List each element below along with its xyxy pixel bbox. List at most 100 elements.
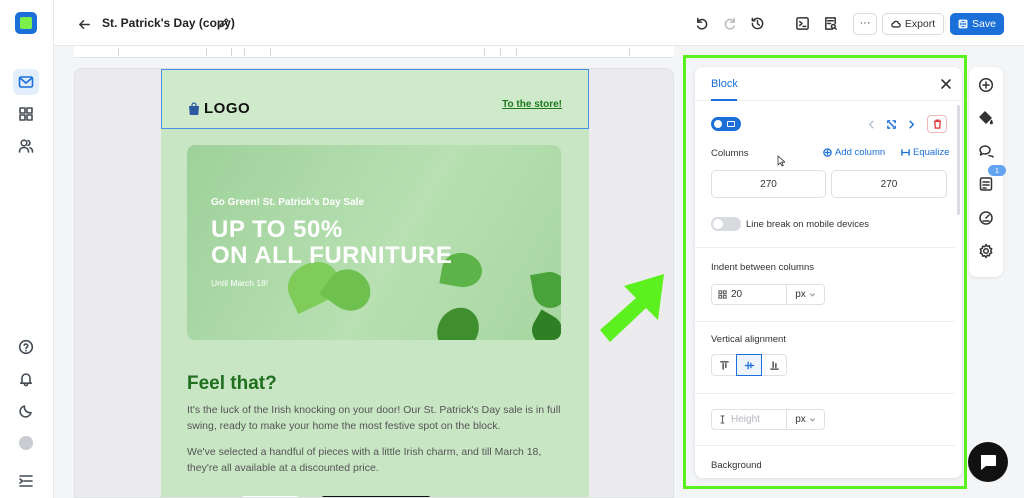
app-logo[interactable]	[15, 12, 37, 34]
gear-icon[interactable]	[978, 243, 994, 259]
hero-headline-line1: UP TO 50%	[211, 216, 343, 243]
height-unit-label: px	[795, 414, 806, 425]
editor-canvas: LOGO To the store! Go Green! St. Patrick…	[74, 68, 674, 498]
column-width-1-input[interactable]: 270	[711, 170, 826, 198]
hero-until: Until March 18!	[211, 278, 269, 288]
height-input[interactable]: Height	[711, 409, 787, 430]
notification-badge: 1	[988, 165, 1006, 176]
logo-text: LOGO	[204, 100, 251, 117]
hero-headline: UP TO 50% ON ALL FURNITURE	[211, 217, 452, 269]
email-paragraph-1[interactable]: It's the luck of the Irish knocking on y…	[187, 402, 563, 434]
equalize-button[interactable]: Equalize	[901, 147, 949, 158]
delete-block-button[interactable]	[927, 115, 947, 133]
divider	[695, 247, 955, 248]
chat-support-button[interactable]	[968, 442, 1008, 482]
line-break-toggle[interactable]	[711, 217, 741, 231]
equalize-icon	[901, 149, 910, 156]
comments-icon[interactable]	[978, 143, 994, 159]
clover-image-6	[526, 309, 561, 340]
chat-bubble-icon	[980, 455, 996, 470]
desktop-icon	[727, 121, 735, 127]
more-button[interactable]: ···	[853, 13, 877, 35]
indent-input[interactable]: 20	[711, 284, 787, 305]
height-unit-select[interactable]: px	[787, 409, 825, 430]
column-ruler	[74, 46, 674, 58]
column-width-2-input[interactable]: 270	[831, 170, 947, 198]
align-middle-button[interactable]	[736, 354, 762, 376]
pencil-icon[interactable]	[214, 13, 234, 33]
redo-icon[interactable]	[720, 13, 740, 33]
height-placeholder: Height	[731, 414, 760, 425]
right-rail: 1	[969, 67, 1006, 277]
align-bottom-button[interactable]	[761, 354, 787, 376]
collapse-icon[interactable]	[13, 468, 39, 494]
save-label: Save	[972, 18, 996, 30]
clover-image-5	[530, 269, 561, 311]
add-column-label: Add column	[835, 147, 886, 158]
mail-icon[interactable]	[13, 69, 39, 95]
equalize-label: Equalize	[913, 147, 950, 158]
plus-circle-icon	[823, 148, 832, 157]
email-preview: LOGO To the store! Go Green! St. Patrick…	[161, 69, 589, 497]
select-parent-icon[interactable]	[883, 116, 899, 132]
top-bar: St. Patrick's Day (copy) ··· Export Save	[54, 0, 1024, 46]
paint-bucket-icon[interactable]	[978, 110, 994, 126]
users-icon[interactable]	[13, 133, 39, 159]
tab-underline	[711, 99, 737, 101]
chevron-down-icon	[809, 418, 815, 422]
height-icon	[720, 415, 725, 424]
grid-icon[interactable]	[13, 101, 39, 127]
avatar-icon[interactable]	[13, 430, 39, 456]
save-icon	[958, 19, 968, 29]
chevron-left-icon[interactable]	[863, 116, 879, 132]
export-button[interactable]: Export	[882, 13, 944, 35]
close-icon[interactable]	[939, 77, 953, 91]
mouse-cursor-icon	[777, 155, 785, 167]
code-icon[interactable]	[792, 13, 812, 33]
back-arrow-icon[interactable]	[74, 14, 94, 34]
divider	[695, 393, 955, 394]
cloud-icon	[891, 20, 901, 28]
desktop-mobile-toggle[interactable]	[711, 117, 741, 131]
undo-icon[interactable]	[691, 13, 711, 33]
panel-scrollbar[interactable]	[957, 105, 960, 215]
background-label: Background	[711, 460, 762, 471]
moon-icon[interactable]	[13, 398, 39, 424]
email-paragraph-2[interactable]: We've selected a handful of pieces with …	[187, 444, 563, 476]
shopping-bag-icon	[189, 102, 199, 115]
email-logo[interactable]: LOGO	[188, 100, 250, 117]
indent-label: Indent between columns	[711, 262, 814, 273]
indent-unit-label: px	[795, 289, 806, 300]
plus-circle-icon[interactable]	[978, 77, 994, 93]
align-top-button[interactable]	[711, 354, 737, 376]
store-link[interactable]: To the store!	[502, 99, 562, 110]
history-icon[interactable]	[747, 13, 767, 33]
email-heading[interactable]: Feel that?	[187, 373, 277, 395]
divider	[695, 445, 955, 446]
chevron-right-icon[interactable]	[903, 116, 919, 132]
clover-image-4	[429, 300, 487, 340]
left-rail	[0, 0, 54, 498]
chevron-down-icon	[809, 293, 815, 297]
preview-icon[interactable]	[820, 13, 840, 33]
indent-value: 20	[731, 289, 743, 300]
align-top-icon	[719, 360, 729, 370]
divider	[695, 321, 955, 322]
panel-tabbar: Block	[695, 67, 962, 101]
hero-banner[interactable]: Go Green! St. Patrick's Day Sale UP TO 5…	[187, 145, 561, 340]
checklist-icon[interactable]	[978, 176, 994, 192]
email-header-block[interactable]: LOGO To the store!	[161, 69, 589, 129]
hero-headline-line2: ON ALL FURNITURE	[211, 242, 453, 269]
bell-icon[interactable]	[13, 366, 39, 392]
indent-unit-select[interactable]: px	[787, 284, 825, 305]
columns-label: Columns	[711, 148, 749, 159]
help-icon[interactable]	[13, 334, 39, 360]
add-column-button[interactable]: Add column	[823, 147, 885, 158]
gauge-icon[interactable]	[978, 209, 994, 225]
align-middle-icon	[744, 361, 754, 369]
tab-block[interactable]: Block	[711, 78, 738, 90]
columns-gap-icon	[718, 290, 727, 299]
hero-pretitle: Go Green! St. Patrick's Day Sale	[211, 197, 364, 208]
align-bottom-icon	[769, 360, 779, 370]
save-button[interactable]: Save	[950, 13, 1004, 35]
